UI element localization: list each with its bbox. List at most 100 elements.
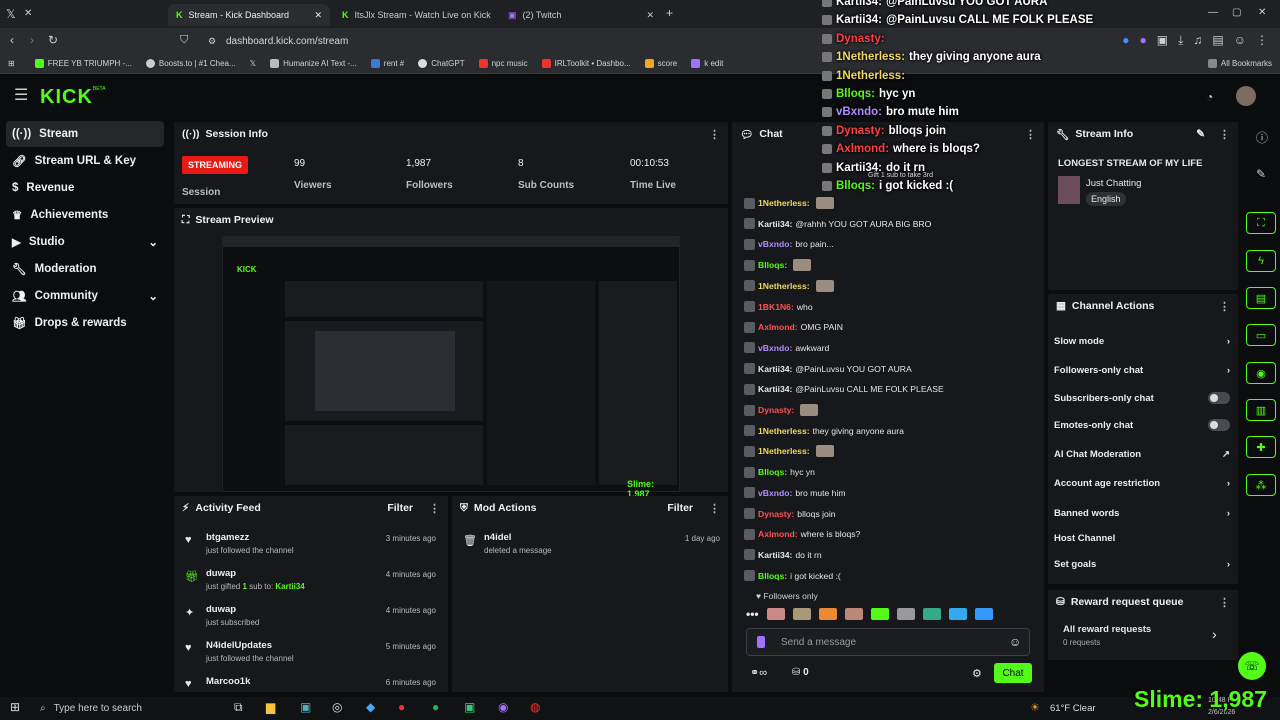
feed-user[interactable]: duwap	[206, 568, 236, 579]
x-logo-icon[interactable]: 𝕏	[6, 8, 16, 20]
filter-button[interactable]: Filter	[387, 502, 413, 514]
file-explorer-icon[interactable]: ▆	[266, 700, 275, 714]
chat-username[interactable]: Kartii34:	[758, 219, 792, 229]
chat-username[interactable]: Blloqs:	[758, 260, 787, 270]
host-channel-action[interactable]: Host Channel	[1054, 527, 1230, 549]
quick-action-broadcast[interactable]: ◉	[1246, 362, 1276, 384]
emote-icon[interactable]	[792, 608, 811, 620]
download-icon[interactable]: ⤓	[1178, 34, 1183, 48]
ai-moderation-action[interactable]: AI Chat Moderation ↗	[1054, 443, 1230, 465]
back-icon[interactable]: ‹	[10, 34, 14, 46]
chat-username[interactable]: 1Netherless:	[758, 446, 810, 456]
app-icon[interactable]: ▣	[464, 700, 475, 714]
account-age-action[interactable]: Account age restriction ›	[1054, 472, 1230, 494]
close-icon[interactable]: ✕	[314, 10, 322, 21]
send-chat-button[interactable]: Chat	[994, 663, 1032, 683]
tab-kick-dashboard[interactable]: K Stream - Kick Dashboard ✕	[168, 4, 330, 26]
chat-settings-icon[interactable]: ⚙	[972, 667, 982, 680]
sidebar-item-stream[interactable]: ((·)) Stream	[6, 121, 164, 147]
sidebar-item-revenue[interactable]: $ Revenue	[6, 175, 164, 201]
feed-user[interactable]: Marcoo1k	[206, 676, 250, 687]
emote-icon[interactable]	[766, 608, 785, 620]
chat-username[interactable]: Axlmond:	[758, 322, 798, 332]
subscribers-only-toggle[interactable]	[1208, 392, 1230, 404]
chat-username[interactable]: Kartii34:	[758, 384, 792, 394]
sidebar-item-community[interactable]: 👥︎ Community ⌄	[6, 283, 164, 309]
hamburger-menu-icon[interactable]: ☰	[14, 88, 28, 104]
quick-action-chat[interactable]: ▭	[1246, 324, 1276, 346]
bookmark-item[interactable]: Boosts.to | #1 Chea...	[145, 59, 236, 68]
app-icon[interactable]: ◆	[366, 700, 375, 714]
windows-start-icon[interactable]: ⊞	[10, 700, 20, 714]
tab-twitch[interactable]: ▣ (2) Twitch ✕	[500, 4, 662, 26]
quick-action-doc[interactable]: ▤	[1246, 287, 1276, 309]
minimize-icon[interactable]: —	[1208, 7, 1218, 19]
emote-icon[interactable]	[974, 608, 993, 620]
music-icon[interactable]: ♫	[1193, 34, 1202, 48]
task-view-icon[interactable]: ⧉	[234, 700, 243, 715]
chat-username[interactable]: Axlmond:	[758, 529, 798, 539]
chat-username[interactable]: Dynasty:	[758, 405, 794, 415]
window-close-icon[interactable]: ✕	[1258, 7, 1266, 19]
filter-button[interactable]: Filter	[667, 502, 693, 514]
bookmark-item[interactable]: rent #	[370, 59, 404, 68]
more-emotes-icon[interactable]: •••	[746, 607, 759, 621]
discord-icon[interactable]: ◉	[498, 700, 508, 714]
chat-username[interactable]: Blloqs:	[758, 571, 787, 581]
emoji-icon[interactable]: ☺	[1009, 635, 1021, 649]
bookmark-item[interactable]: IRLToolkit • Dashbo...	[541, 59, 631, 68]
bookmark-icon[interactable]: ⛉	[180, 34, 188, 46]
quick-action-layout[interactable]: ▥	[1246, 399, 1276, 421]
chrome-icon[interactable]: ◍	[530, 700, 540, 714]
chat-username[interactable]: vBxndo:	[758, 488, 792, 498]
reload-icon[interactable]: ↻	[48, 34, 58, 46]
url-field[interactable]: dashboard.kick.com/stream	[200, 31, 600, 51]
feed-user[interactable]: duwap	[206, 604, 236, 615]
chat-username[interactable]: Dynasty:	[758, 509, 794, 519]
sidepanel-icon[interactable]: ▤	[1212, 34, 1223, 48]
feed-user[interactable]: btgamezz	[206, 532, 249, 543]
apps-icon[interactable]: ⊞	[8, 59, 15, 68]
chat-username[interactable]: 1Netherless:	[758, 426, 810, 436]
sidebar-item-stream-url-key[interactable]: 🔗︎ Stream URL & Key	[6, 148, 164, 174]
quick-action-share[interactable]: ⁂	[1246, 474, 1276, 496]
stream-preview-video[interactable]: KICK Slime: 1,987	[222, 236, 680, 499]
all-reward-requests-link[interactable]: All reward requests	[1063, 624, 1151, 635]
slow-mode-action[interactable]: Slow mode ›	[1054, 330, 1230, 352]
bookmark-item[interactable]: ChatGPT	[418, 59, 465, 68]
extension-icon[interactable]: ●	[1122, 34, 1129, 48]
help-icon[interactable]: ◔	[1206, 91, 1213, 103]
tab-kick-stream[interactable]: K ItsJlx Stream - Watch Live on Kick ✕	[334, 4, 496, 26]
chat-username[interactable]: 1BK1N6:	[758, 302, 794, 312]
steam-icon[interactable]: ◎	[332, 700, 342, 714]
emote-icon[interactable]	[922, 608, 941, 620]
more-icon[interactable]: ⋮	[1025, 128, 1036, 141]
bookmark-item[interactable]: k edit	[691, 59, 723, 68]
quick-action-bolt[interactable]: ϟ	[1246, 250, 1276, 272]
emote-icon[interactable]	[870, 608, 889, 620]
chat-username[interactable]: 1Netherless:	[758, 198, 810, 208]
sidebar-item-studio[interactable]: ▶ Studio ⌄	[6, 229, 164, 255]
maximize-icon[interactable]: ▢	[1232, 7, 1241, 19]
emote-icon[interactable]	[948, 608, 967, 620]
chat-username[interactable]: Kartii34:	[758, 364, 792, 374]
pencil-icon[interactable]: ✎	[1256, 168, 1266, 180]
chat-username[interactable]: vBxndo:	[758, 343, 792, 353]
chat-input[interactable]: Send a message ☺	[746, 628, 1030, 656]
bookmark-item[interactable]: npc music	[478, 59, 528, 68]
emotes-only-toggle[interactable]	[1208, 419, 1230, 431]
more-icon[interactable]: ⋮	[709, 502, 720, 515]
more-icon[interactable]: ⋮	[1219, 128, 1230, 141]
emote-icon[interactable]	[896, 608, 915, 620]
spotify-icon[interactable]: ●	[432, 700, 439, 714]
new-tab-icon[interactable]: +	[666, 7, 673, 19]
close-icon[interactable]: ✕	[646, 10, 654, 21]
emotes-only-action[interactable]: Emotes-only chat	[1054, 414, 1230, 436]
sidebar-item-drops-rewards[interactable]: 🎁︎ Drops & rewards	[6, 310, 164, 336]
bookmark-item[interactable]: Humanize AI Text -...	[270, 59, 357, 68]
banned-words-action[interactable]: Banned words ›	[1054, 502, 1230, 524]
obs-icon[interactable]: ●	[398, 700, 405, 714]
all-bookmarks[interactable]: All Bookmarks	[1207, 59, 1272, 68]
chat-username[interactable]: vBxndo:	[758, 239, 792, 249]
more-icon[interactable]: ⋮	[1219, 596, 1230, 609]
